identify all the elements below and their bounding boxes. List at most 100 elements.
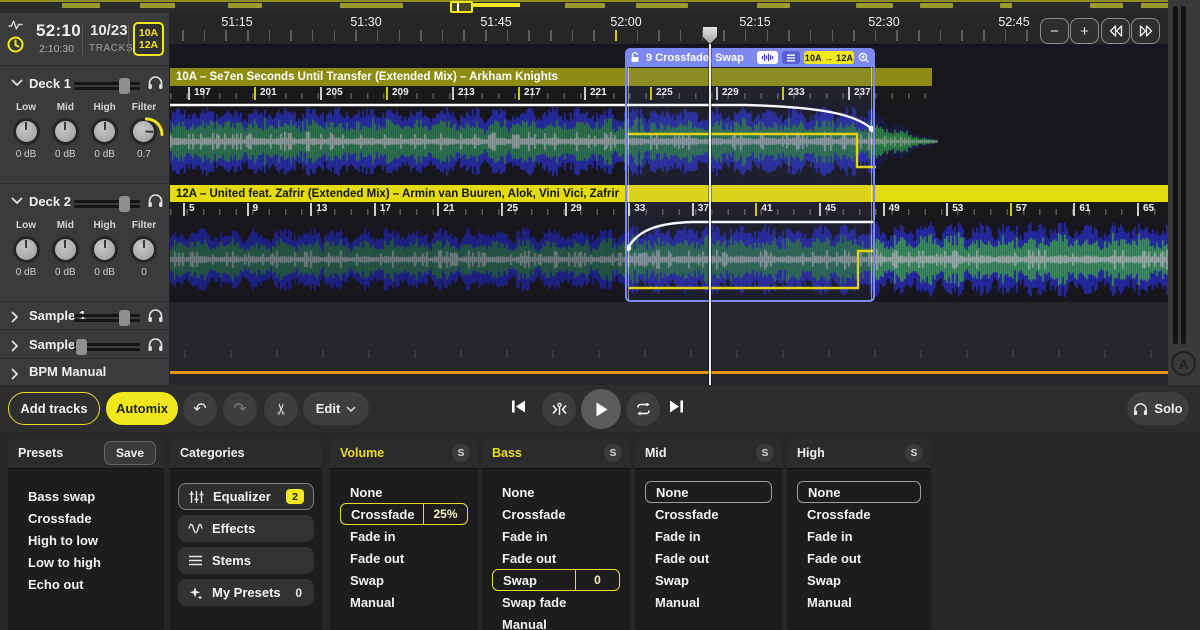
- column-solo-button[interactable]: S: [756, 444, 774, 462]
- transition-option-swap[interactable]: Swap 0: [492, 569, 620, 591]
- selection-menu-button[interactable]: [782, 51, 800, 64]
- transition-option-crossfade[interactable]: Crossfade 25%: [340, 503, 468, 525]
- transition-option-fade-out[interactable]: Fade out: [492, 547, 620, 569]
- edit-menu-button[interactable]: Edit: [303, 392, 369, 425]
- minimap-track-segment: [920, 3, 953, 8]
- column-solo-button[interactable]: S: [905, 444, 923, 462]
- high-knob[interactable]: High 0 dB: [87, 102, 123, 160]
- filter-knob[interactable]: Filter 0.7: [126, 102, 162, 160]
- chevron-down-icon[interactable]: [11, 79, 23, 87]
- chevron-down-icon[interactable]: [11, 197, 23, 205]
- time-tick: [788, 30, 790, 41]
- zoom-in-selection-icon[interactable]: [858, 52, 870, 64]
- transition-option-manual[interactable]: Manual: [797, 591, 921, 613]
- seek-backward-button[interactable]: [1101, 18, 1130, 44]
- beat-number: 61: [1073, 203, 1090, 216]
- waveform-view-button[interactable]: [757, 51, 778, 64]
- transition-option-none[interactable]: None: [492, 481, 620, 503]
- transition-option-fade-in[interactable]: Fade in: [492, 525, 620, 547]
- chevron-right-icon[interactable]: [11, 368, 19, 380]
- preset-item[interactable]: Echo out: [18, 573, 154, 595]
- column-solo-button[interactable]: S: [604, 444, 622, 462]
- bpm-section[interactable]: BPM Manual: [0, 360, 170, 386]
- automix-button[interactable]: Automix: [106, 392, 178, 425]
- add-tracks-button[interactable]: Add tracks: [8, 392, 100, 425]
- time-tick: [918, 30, 920, 41]
- transition-option-crossfade[interactable]: Crossfade: [797, 503, 921, 525]
- category-stems[interactable]: Stems: [178, 547, 314, 574]
- transition-option-swap[interactable]: Swap: [797, 569, 921, 591]
- preset-item[interactable]: Crossfade: [18, 507, 154, 529]
- mid-knob[interactable]: Mid 0 dB: [47, 102, 83, 160]
- transition-option-fade-out[interactable]: Fade out: [340, 547, 468, 569]
- sample-volume-fader[interactable]: [74, 312, 140, 324]
- selection-region[interactable]: [625, 67, 875, 302]
- category-equalizer[interactable]: Equalizer2: [178, 483, 314, 510]
- bpm-automation-line[interactable]: [170, 371, 1168, 374]
- headphones-cue-button[interactable]: [147, 193, 164, 208]
- filter-knob[interactable]: Filter 0: [126, 220, 162, 278]
- time-tick: [355, 30, 357, 41]
- key-pair-badge[interactable]: 10A 12A: [133, 22, 164, 56]
- transition-option-fade-in[interactable]: Fade in: [340, 525, 468, 547]
- transition-option-manual[interactable]: Manual: [492, 613, 620, 630]
- transition-option-none[interactable]: None: [645, 481, 772, 503]
- redo-button[interactable]: ↷: [223, 392, 257, 426]
- transition-option-manual[interactable]: Manual: [340, 591, 468, 613]
- transition-option-fade-in[interactable]: Fade in: [645, 525, 772, 547]
- solo-button[interactable]: Solo: [1127, 392, 1189, 425]
- headphones-cue-button[interactable]: [147, 75, 164, 90]
- deck-volume-fader[interactable]: [74, 80, 140, 92]
- transition-option-none[interactable]: None: [797, 481, 921, 503]
- time-tick: [247, 30, 249, 41]
- vertical-scrollbar-rail[interactable]: A: [1168, 0, 1200, 385]
- high-knob[interactable]: High 0 dB: [87, 220, 123, 278]
- transition-selection-box[interactable]: 9 Crossfade, Swap 10A → 12A: [625, 48, 875, 302]
- skip-to-start-button[interactable]: [510, 398, 527, 415]
- headphones-cue-button[interactable]: [147, 337, 164, 352]
- minimap-viewport[interactable]: [450, 1, 473, 13]
- transition-option-fade-in[interactable]: Fade in: [797, 525, 921, 547]
- selection-header[interactable]: 9 Crossfade, Swap 10A → 12A: [625, 48, 875, 67]
- transition-option-swap[interactable]: Swap: [645, 569, 772, 591]
- save-preset-button[interactable]: Save: [104, 441, 156, 465]
- transition-option-crossfade[interactable]: Crossfade: [492, 503, 620, 525]
- mid-knob[interactable]: Mid 0 dB: [47, 220, 83, 278]
- cut-button[interactable]: ✂: [264, 392, 298, 426]
- skip-to-end-button[interactable]: [668, 398, 685, 415]
- transition-option-fade-out[interactable]: Fade out: [645, 547, 772, 569]
- transition-option-crossfade[interactable]: Crossfade: [645, 503, 772, 525]
- deck-volume-fader[interactable]: [74, 198, 140, 210]
- transition-option-fade-out[interactable]: Fade out: [797, 547, 921, 569]
- column-solo-button[interactable]: S: [452, 444, 470, 462]
- timeline-ruler[interactable]: 51:1551:3051:4552:0052:1552:3052:45: [0, 13, 1200, 44]
- transition-option-swap-fade[interactable]: Swap fade: [492, 591, 620, 613]
- beat-number: 53: [946, 203, 963, 216]
- low-knob[interactable]: Low 0 dB: [8, 102, 44, 160]
- category-my-presets[interactable]: My Presets0: [178, 579, 314, 606]
- scrollbar-thumb[interactable]: [1181, 6, 1186, 344]
- preset-item[interactable]: Low to high: [18, 551, 154, 573]
- play-button[interactable]: [581, 389, 621, 429]
- transition-option-swap[interactable]: Swap: [340, 569, 468, 591]
- preset-item[interactable]: High to low: [18, 529, 154, 551]
- zoom-in-button[interactable]: +: [1070, 18, 1099, 44]
- sample-volume-fader[interactable]: [74, 341, 140, 353]
- category-effects[interactable]: Effects: [178, 515, 314, 542]
- transition-option-manual[interactable]: Manual: [645, 591, 772, 613]
- collapse-to-playhead-icon: [551, 402, 568, 417]
- preset-item[interactable]: Bass swap: [18, 485, 154, 507]
- undo-button[interactable]: ↶: [183, 392, 217, 426]
- seek-forward-button[interactable]: [1131, 18, 1160, 44]
- low-knob[interactable]: Low 0 dB: [8, 220, 44, 278]
- option-value[interactable]: 0: [575, 570, 619, 590]
- transition-option-none[interactable]: None: [340, 481, 468, 503]
- headphones-cue-button[interactable]: [147, 308, 164, 323]
- loop-button[interactable]: [626, 392, 660, 426]
- overview-minimap[interactable]: [0, 0, 1200, 13]
- scrollbar-thumb[interactable]: [1173, 6, 1178, 344]
- jump-to-playhead-button[interactable]: [542, 392, 576, 426]
- main-toolbar: Add tracks Automix ↶ ↷ ✂ Edit Solo: [0, 385, 1200, 432]
- option-value[interactable]: 25%: [423, 504, 467, 524]
- zoom-out-button[interactable]: −: [1040, 18, 1069, 44]
